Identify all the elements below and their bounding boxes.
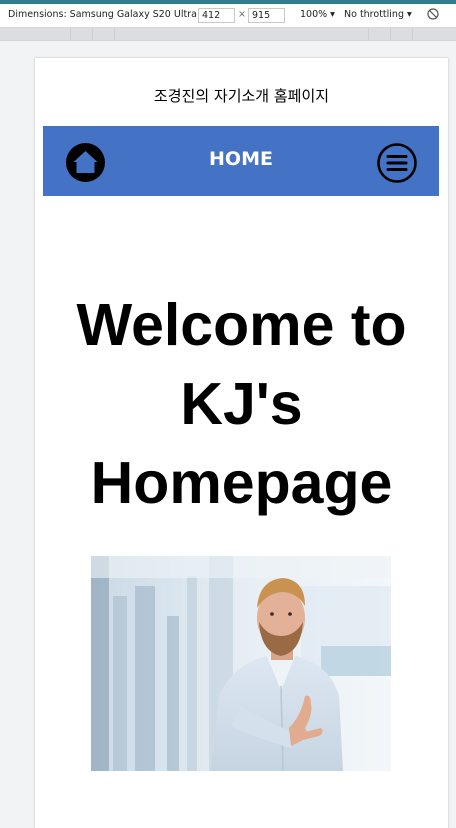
site-title: 조경진의 자기소개 홈페이지 — [153, 87, 330, 105]
zoom-dropdown[interactable]: 100% ▾ — [300, 9, 335, 20]
throttling-dropdown[interactable]: No throttling ▾ — [344, 9, 412, 20]
profile-photo — [91, 556, 391, 771]
device-width-input[interactable]: 412 — [198, 8, 235, 23]
rotate-icon[interactable] — [426, 7, 440, 21]
welcome-heading: Welcome to KJ's Homepage — [35, 286, 448, 523]
dimension-separator: × — [238, 9, 246, 20]
device-dimensions-dropdown[interactable]: Dimensions: Samsung Galaxy S20 Ultra ▾ — [8, 9, 205, 20]
hamburger-menu-icon[interactable] — [377, 143, 417, 183]
device-viewport: 조경진의 자기소개 홈페이지 HOME Welcome to KJ's Home… — [35, 58, 448, 828]
devtools-device-toolbar: Dimensions: Samsung Galaxy S20 Ultra ▾ 4… — [0, 0, 456, 28]
welcome-line-3: Homepage — [90, 450, 393, 516]
navbar: HOME — [43, 126, 439, 196]
welcome-line-1: Welcome to — [76, 292, 407, 358]
welcome-line-2: KJ's — [180, 371, 303, 437]
media-query-ruler[interactable] — [0, 28, 456, 41]
device-height-input[interactable]: 915 — [248, 8, 285, 23]
